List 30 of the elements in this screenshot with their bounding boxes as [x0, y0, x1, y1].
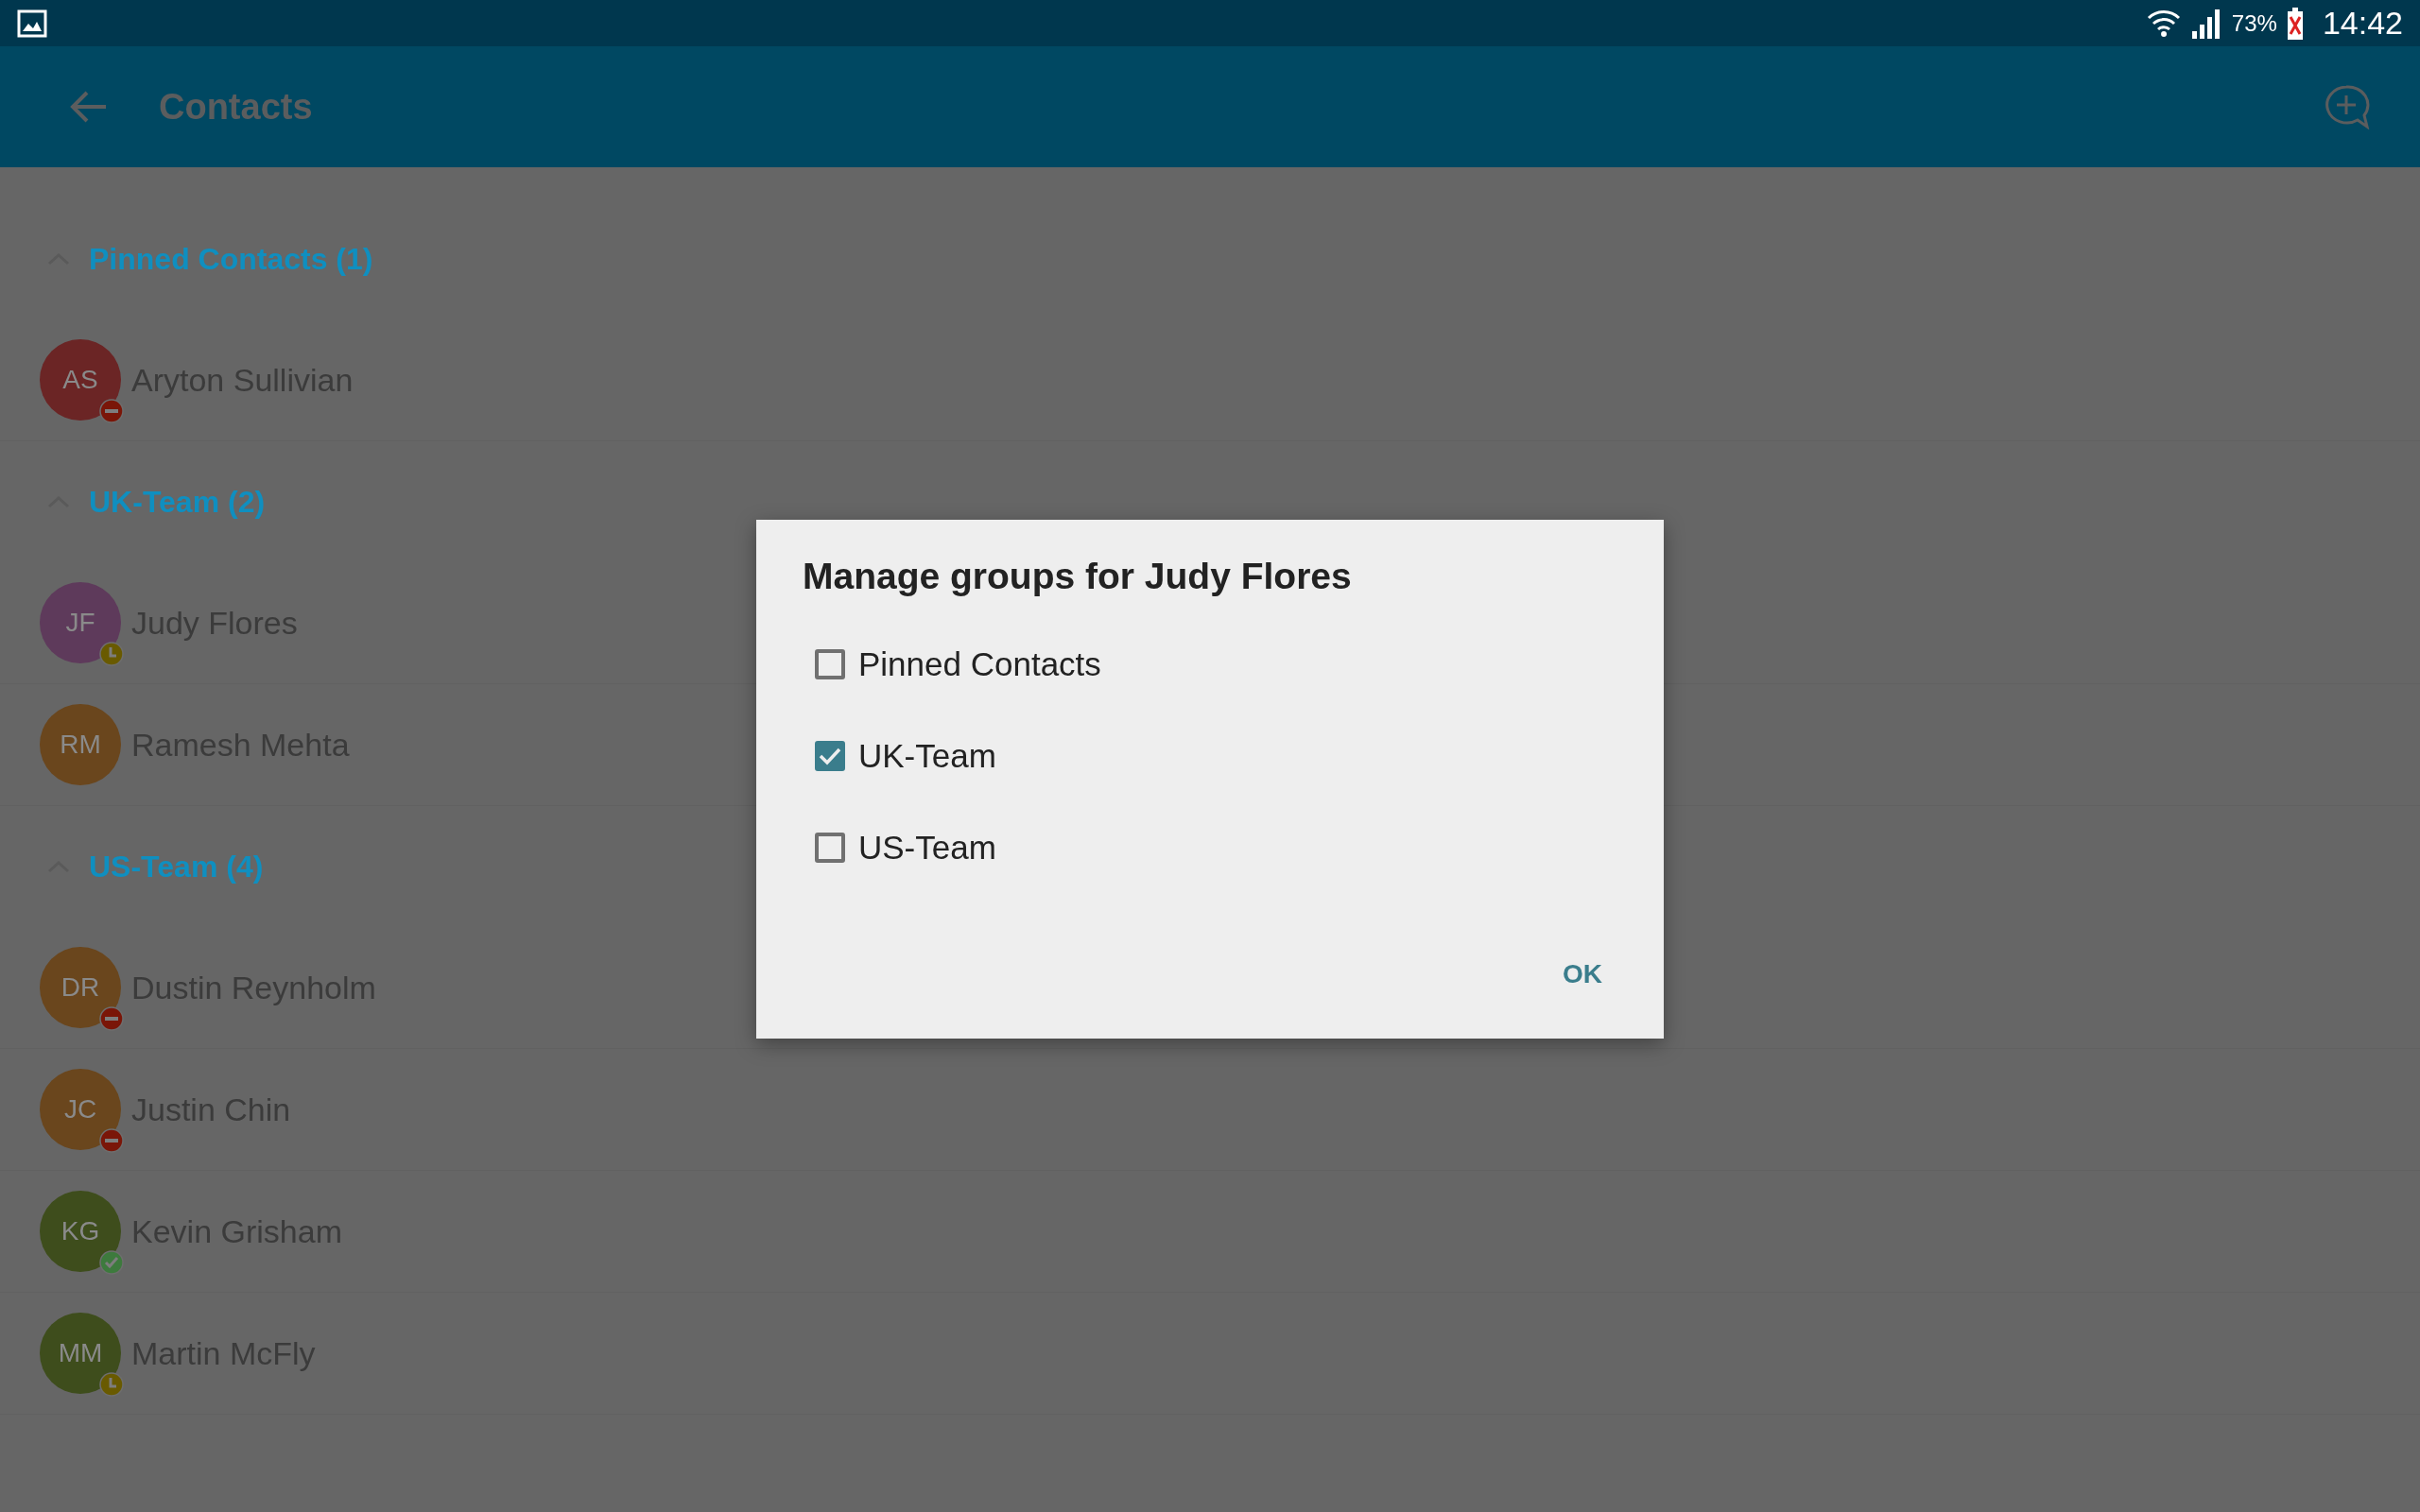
checkbox-label[interactable]: UK-Team	[858, 736, 996, 775]
busy-status-icon	[99, 399, 124, 423]
avatar-initials: KG	[40, 1191, 121, 1272]
checkbox-label[interactable]: Pinned Contacts	[858, 644, 1101, 683]
avatar-initials: RM	[40, 704, 121, 785]
group-heading[interactable]: UK-Team (2)	[89, 484, 266, 520]
battery-percent: 73%	[2231, 9, 2277, 37]
battery-icon	[2286, 7, 2304, 40]
busy-status-icon	[99, 1006, 124, 1031]
avatar-initials: AS	[40, 339, 121, 421]
clock-status-icon	[99, 642, 124, 666]
clock-time: 14:42	[2322, 5, 2403, 42]
group-heading[interactable]: Pinned Contacts (1)	[89, 241, 373, 277]
screen-title: Contacts	[159, 86, 314, 128]
avatar-initials: JF	[40, 582, 121, 663]
avatar-initials: MM	[40, 1313, 121, 1394]
checkbox[interactable]	[815, 832, 845, 863]
ok-button[interactable]: OK	[1547, 948, 1617, 1001]
checkbox[interactable]	[815, 648, 845, 679]
group-heading[interactable]: US-Team (4)	[89, 849, 264, 885]
busy-status-icon	[99, 1128, 124, 1153]
signal-icon	[2189, 8, 2222, 39]
avatar-initials: JC	[40, 1069, 121, 1150]
checkbox-label[interactable]: US-Team	[858, 828, 996, 867]
image-icon	[17, 9, 47, 38]
checkbox[interactable]	[815, 740, 845, 771]
avatar-initials: DR	[40, 947, 121, 1028]
clock-status-icon	[99, 1372, 124, 1397]
check-status-icon	[99, 1250, 124, 1275]
dialog-title: Manage groups for Judy Flores	[803, 556, 1353, 597]
